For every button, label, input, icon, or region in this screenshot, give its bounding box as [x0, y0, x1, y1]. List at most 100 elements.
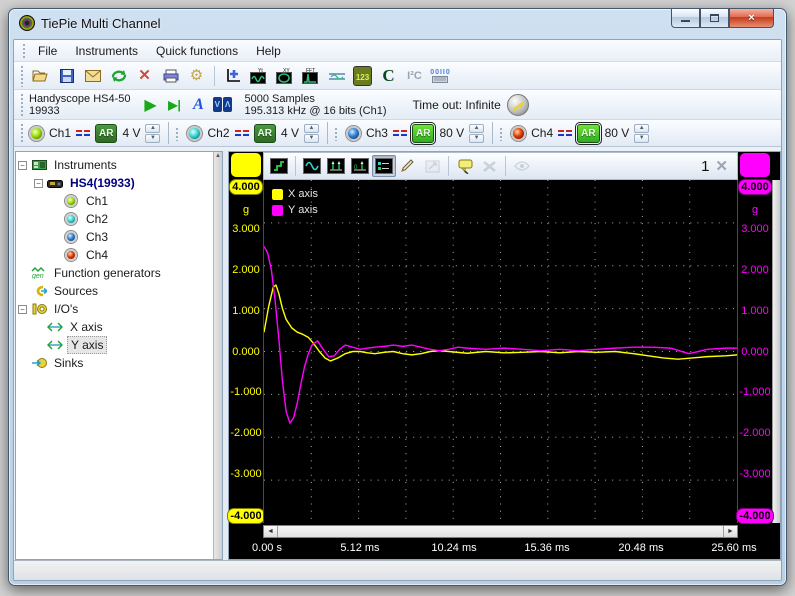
comment-button[interactable]	[453, 155, 477, 177]
tree-item-hs4[interactable]: − HS4(19933)	[18, 174, 220, 192]
title-bar[interactable]: TiePie Multi Channel	[9, 9, 786, 37]
ch3-grip[interactable]	[333, 126, 338, 141]
ch1-coupling-icon[interactable]	[76, 130, 90, 136]
export-graph-button[interactable]	[420, 155, 444, 177]
ch3-led-icon[interactable]	[346, 126, 361, 141]
tree-item-ch2[interactable]: Ch2	[18, 210, 220, 228]
autoscale-button[interactable]	[324, 155, 348, 177]
step-interpolation-button[interactable]	[267, 155, 291, 177]
ch2-range-down-button[interactable]: ▼	[304, 134, 319, 143]
left-axis-header[interactable]	[229, 152, 263, 180]
xy-graph-button[interactable]: XY	[272, 64, 297, 88]
c-button[interactable]: C	[376, 64, 401, 88]
tree-item-sinks[interactable]: Sinks	[18, 354, 220, 372]
left-axis-max-box[interactable]: 4.000	[230, 180, 262, 194]
toolbar-grip[interactable]	[19, 64, 24, 87]
delete-button[interactable]: ✕	[132, 64, 157, 88]
eye-icon	[514, 161, 530, 171]
instrument-bar-grip[interactable]	[19, 92, 24, 117]
level-lines-button[interactable]	[324, 64, 349, 88]
left-axis-min-box[interactable]: -4.000	[228, 509, 263, 523]
maximize-button[interactable]	[700, 9, 729, 28]
right-axis-header[interactable]	[738, 152, 772, 180]
tree-item-y-axis[interactable]: Y axis	[18, 336, 220, 354]
left-axis-tick: -1.000	[230, 386, 261, 398]
ch3-range-down-button[interactable]: ▼	[469, 134, 484, 143]
start-measurement-button[interactable]: ▶	[139, 93, 163, 117]
collapse-icon[interactable]: −	[34, 179, 43, 188]
collapse-icon[interactable]: −	[18, 305, 27, 314]
ch2-led-icon[interactable]	[187, 126, 202, 141]
collapse-icon[interactable]: −	[18, 161, 27, 170]
right-axis-min-box[interactable]: -4.000	[737, 509, 772, 523]
plot-vertical-scrollbar[interactable]	[772, 180, 780, 523]
fft-graph-button[interactable]: FFT	[298, 64, 323, 88]
refresh-button[interactable]	[106, 64, 131, 88]
ch4-autorange-button[interactable]: AR	[577, 124, 599, 143]
menu-grip[interactable]	[21, 42, 26, 59]
ch1-led-icon[interactable]	[29, 126, 44, 141]
tree-vertical-scrollbar[interactable]: ▲	[213, 152, 222, 559]
tree-item-ch4[interactable]: Ch4	[18, 246, 220, 264]
ch1-autorange-button[interactable]: AR	[95, 124, 117, 143]
value-meter-button[interactable]: 123	[350, 64, 375, 88]
plot-legend[interactable]: X axis Y axis	[272, 186, 318, 218]
save-button[interactable]	[54, 64, 79, 88]
tree-item-instruments[interactable]: − Instruments	[18, 156, 220, 174]
binary-keyboard-button[interactable]: 00II0	[428, 64, 453, 88]
ch3-autorange-button[interactable]: AR	[412, 124, 434, 143]
tree-item-ios[interactable]: − I/O's	[18, 300, 220, 318]
ch4-range-down-button[interactable]: ▼	[634, 134, 649, 143]
autoscale-zero-button[interactable]: 0	[348, 155, 372, 177]
menu-file[interactable]: File	[29, 41, 66, 61]
mail-button[interactable]	[80, 64, 105, 88]
open-button[interactable]	[28, 64, 53, 88]
timeout-knob[interactable]	[507, 94, 529, 116]
print-button[interactable]	[158, 64, 183, 88]
ch4-range-up-button[interactable]: ▲	[634, 124, 649, 133]
left-y-axis[interactable]: g 4.000 3.000 2.000 1.000 0.000 -1.000 -…	[229, 180, 263, 523]
i2c-button[interactable]: I²C	[402, 64, 427, 88]
right-axis-max-box[interactable]: 4.000	[739, 180, 771, 194]
close-button[interactable]: ×	[729, 9, 774, 28]
ch2-autorange-button[interactable]: AR	[254, 124, 276, 143]
menu-quick-functions[interactable]: Quick functions	[147, 41, 247, 61]
minimize-button[interactable]	[671, 9, 700, 28]
tree-item-function-generators[interactable]: gen Function generators	[18, 264, 220, 282]
scroll-left-icon[interactable]: ◄	[264, 526, 278, 537]
settings-button[interactable]: ⚙	[184, 64, 209, 88]
smooth-curve-button[interactable]	[300, 155, 324, 177]
pen-marker-button[interactable]	[396, 155, 420, 177]
tree-item-sources[interactable]: Sources	[18, 282, 220, 300]
right-y-axis[interactable]: g 4.000 3.000 2.000 1.000 0.000 -1.000 -…	[738, 180, 772, 523]
delete-comment-button[interactable]	[477, 155, 501, 177]
menu-help[interactable]: Help	[247, 41, 290, 61]
hide-source-button[interactable]	[510, 155, 534, 177]
one-shot-button[interactable]: ▶|	[163, 93, 187, 117]
plot-area[interactable]: X axis Y axis	[263, 180, 738, 523]
legend-toggle-button[interactable]	[372, 155, 396, 177]
ch4-coupling-icon[interactable]	[558, 130, 572, 136]
autoranging-button[interactable]: A	[187, 93, 211, 117]
tree-item-ch1[interactable]: Ch1	[18, 192, 220, 210]
ch3-range-up-button[interactable]: ▲	[469, 124, 484, 133]
ch4-grip[interactable]	[498, 126, 503, 141]
ch2-coupling-icon[interactable]	[235, 130, 249, 136]
yt-graph-button[interactable]: Yt	[246, 64, 271, 88]
voltage-mode-button[interactable]: VΛ	[211, 93, 235, 117]
ch3-coupling-icon[interactable]	[393, 130, 407, 136]
ch4-led-icon[interactable]	[511, 126, 526, 141]
tree-item-x-axis[interactable]: X axis	[18, 318, 220, 336]
plot-horizontal-scrollbar[interactable]: ◄ ►	[263, 525, 738, 538]
scroll-right-icon[interactable]: ►	[723, 526, 737, 537]
ch1-range-down-button[interactable]: ▼	[145, 134, 160, 143]
add-graph-button[interactable]	[220, 64, 245, 88]
graph-close-button[interactable]: ✕	[713, 157, 734, 175]
ch1-range-up-button[interactable]: ▲	[145, 124, 160, 133]
hscroll-thumb[interactable]	[278, 526, 723, 537]
tree-item-ch3[interactable]: Ch3	[18, 228, 220, 246]
menu-instruments[interactable]: Instruments	[66, 41, 147, 61]
ch2-grip[interactable]	[174, 126, 179, 141]
channel-bar-grip[interactable]	[19, 122, 24, 144]
ch2-range-up-button[interactable]: ▲	[304, 124, 319, 133]
